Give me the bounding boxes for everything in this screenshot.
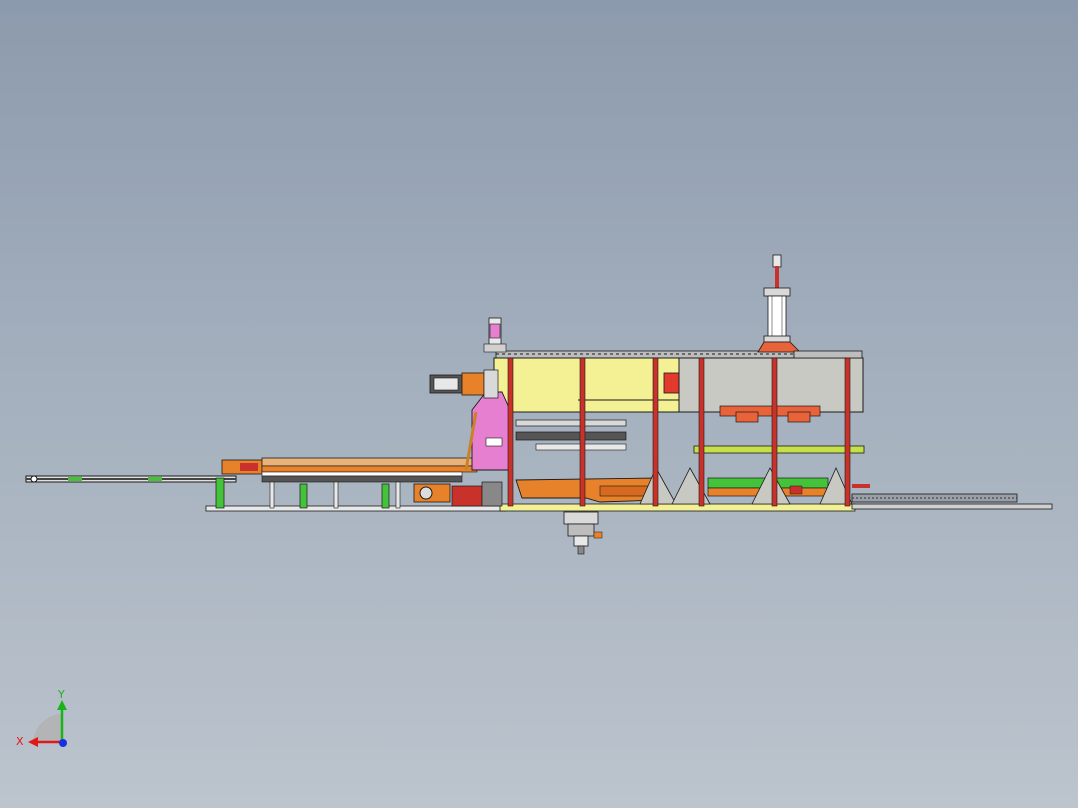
cad-viewport[interactable]: Y X <box>0 0 1078 808</box>
y-axis-arrow <box>57 700 67 710</box>
axis-triad: Y X <box>16 688 67 748</box>
drive-motor[interactable] <box>429 369 499 399</box>
z-axis-dot <box>59 739 67 747</box>
right-cylinder[interactable] <box>757 254 863 359</box>
left-conveyor-arm[interactable] <box>25 475 237 483</box>
top-chain <box>495 350 795 359</box>
orange-tray[interactable] <box>515 477 661 503</box>
x-axis-label: X <box>16 735 24 748</box>
feed-conveyor[interactable] <box>215 457 503 509</box>
x-axis-arrow <box>28 737 38 747</box>
bottom-drive[interactable] <box>563 511 603 555</box>
gray-housing[interactable] <box>678 357 864 423</box>
y-axis-label: Y <box>57 688 65 701</box>
magenta-plate[interactable] <box>464 391 511 471</box>
left-cylinder[interactable] <box>483 317 507 353</box>
machine-model[interactable]: Y X <box>0 0 1078 808</box>
